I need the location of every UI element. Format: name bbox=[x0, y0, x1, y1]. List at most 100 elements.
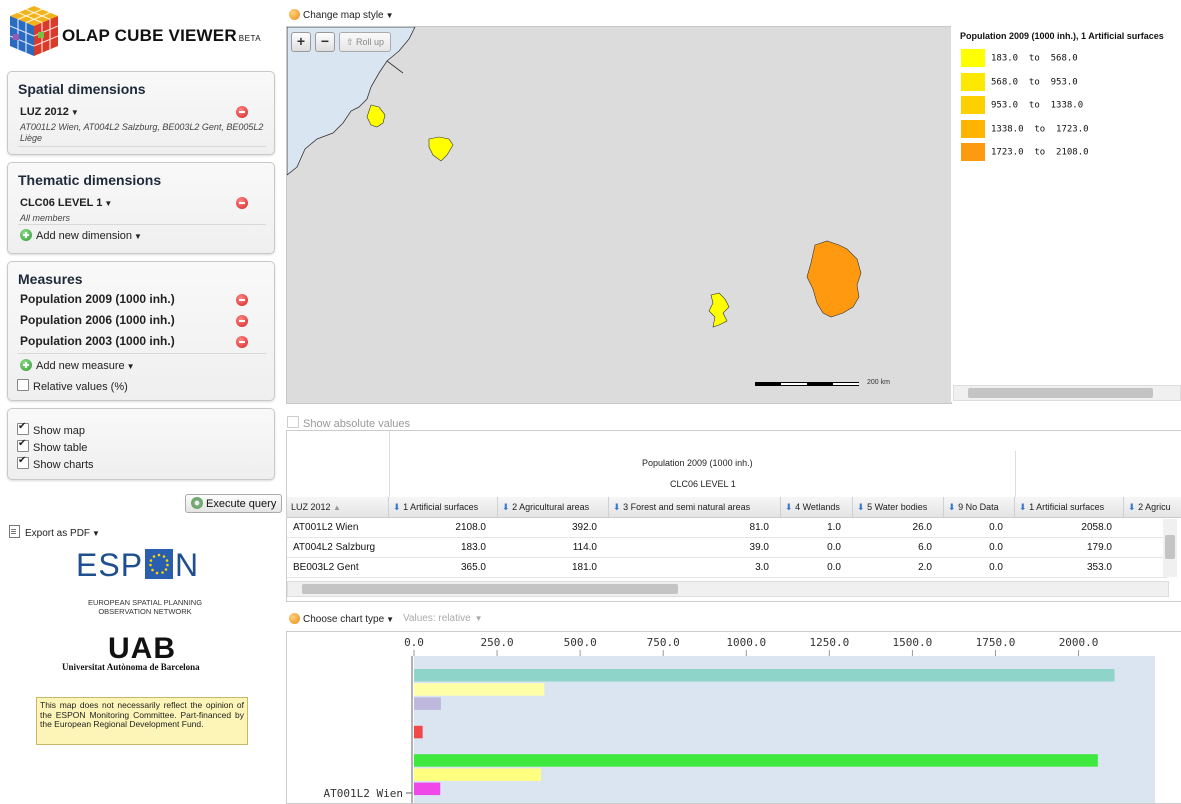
remove-measure-icon[interactable] bbox=[236, 315, 248, 327]
table-cell: 392.0 bbox=[571, 522, 597, 533]
cube-logo-icon bbox=[9, 6, 59, 56]
chart-bar[interactable] bbox=[414, 768, 541, 781]
table-row[interactable]: BE003L2 Gent 365.0 181.0 3.0 0.0 2.0 0.0 353.0 bbox=[287, 558, 1167, 578]
app-title: OLAP CUBE VIEWER BETA bbox=[62, 26, 262, 45]
table-cell: 353.0 bbox=[1086, 562, 1112, 573]
relative-values-checkbox[interactable]: Relative values (%) bbox=[17, 379, 128, 393]
chevron-down-icon: ▼ bbox=[126, 362, 135, 371]
left-panel: OLAP CUBE VIEWER BETA Spatial dimensions … bbox=[0, 0, 284, 802]
table-cell: 39.0 bbox=[749, 542, 769, 553]
roll-up-button[interactable]: ⇧ Roll up bbox=[339, 32, 392, 52]
scrollbar-thumb[interactable] bbox=[1165, 535, 1175, 559]
show-absolute-values-checkbox[interactable]: Show absolute values bbox=[287, 416, 410, 430]
row-header-luz[interactable]: LUZ 2012 ▲ bbox=[287, 497, 389, 517]
row-label: AT001L2 Wien bbox=[293, 522, 359, 533]
chart-bar[interactable] bbox=[414, 725, 423, 739]
chevron-down-icon: ▼ bbox=[134, 232, 142, 241]
minus-icon: − bbox=[320, 33, 330, 49]
table-cell: 183.0 bbox=[460, 542, 486, 553]
remove-measure-icon[interactable] bbox=[236, 336, 248, 348]
chart-bar[interactable] bbox=[414, 683, 545, 696]
table-row[interactable]: AT001L2 Wien 2108.0 392.0 81.0 1.0 26.0 0.0 205… bbox=[287, 518, 1167, 538]
x-tick-label: 750.0 bbox=[647, 636, 680, 649]
show-map-checkbox[interactable]: Show map bbox=[17, 421, 85, 437]
table-cell: 0.0 bbox=[989, 562, 1003, 573]
chart-bar[interactable] bbox=[414, 669, 1115, 682]
add-dimension-button[interactable]: Add new dimension ▼ bbox=[20, 229, 142, 242]
values-mode-select[interactable]: Values: relative ▼ bbox=[403, 613, 483, 624]
thematic-dimension-select[interactable]: CLC06 LEVEL 1 ▼ bbox=[20, 197, 112, 209]
remove-thematic-dimension-icon[interactable] bbox=[236, 197, 248, 209]
column-header[interactable]: ⬇ 4 Wetlands bbox=[781, 497, 853, 517]
zoom-in-button[interactable]: + bbox=[291, 32, 311, 52]
globe-icon bbox=[289, 9, 300, 20]
chart-bar[interactable] bbox=[414, 782, 441, 796]
legend-item: 568.0 to 953.0 bbox=[961, 72, 1078, 91]
zoom-out-button[interactable]: − bbox=[315, 32, 335, 52]
table-cell: 181.0 bbox=[571, 562, 597, 573]
table-cell: 114.0 bbox=[572, 542, 597, 553]
globe-icon bbox=[289, 613, 300, 624]
legend-label: 953.0 to 1338.0 bbox=[991, 100, 1084, 111]
column-header[interactable]: ⬇ 2 Agricultural areas bbox=[498, 497, 609, 517]
thematic-dimensions-title: Thematic dimensions bbox=[18, 172, 162, 188]
x-tick-label: 250.0 bbox=[481, 636, 514, 649]
map-view[interactable]: 200 km + − ⇧ Roll up bbox=[286, 26, 952, 404]
divider bbox=[389, 431, 390, 497]
column-header[interactable]: ⬇ 1 Artificial surfaces bbox=[389, 497, 498, 517]
scale-label: 200 km bbox=[867, 379, 890, 386]
table-cell: 0.0 bbox=[827, 562, 841, 573]
change-map-style-button[interactable]: Change map style ▼ bbox=[289, 9, 394, 21]
show-charts-checkbox[interactable]: Show charts bbox=[17, 455, 94, 471]
choose-chart-type-button[interactable]: Choose chart type ▼ bbox=[289, 613, 394, 625]
column-header[interactable]: ⬇ 2 Agricu bbox=[1124, 497, 1181, 517]
bar-chart: 0.0 250.0 500.0 750.0 1000.0 1250.0 1500.0 1750… bbox=[324, 636, 1155, 803]
table-vertical-scrollbar[interactable] bbox=[1163, 519, 1177, 577]
chart-bar[interactable] bbox=[414, 697, 441, 710]
execute-query-button[interactable]: Execute query bbox=[185, 494, 283, 513]
checkbox-icon bbox=[287, 416, 299, 428]
thematic-dimensions-panel: Thematic dimensions CLC06 LEVEL 1 ▼ All m… bbox=[7, 162, 275, 254]
table-header-row: LUZ 2012 ▲ ⬇ 1 Artificial surfaces ⬇ 2 A… bbox=[287, 497, 1181, 518]
remove-measure-icon[interactable] bbox=[236, 294, 248, 306]
legend-label: 183.0 to 568.0 bbox=[991, 53, 1078, 64]
table-row[interactable]: AT004L2 Salzburg 183.0 114.0 39.0 0.0 6.0 0.0 1… bbox=[287, 538, 1167, 558]
remove-spatial-dimension-icon[interactable] bbox=[236, 106, 248, 118]
export-pdf-button[interactable]: Export as PDF ▼ bbox=[9, 525, 100, 539]
chevron-down-icon: ▼ bbox=[474, 614, 483, 623]
column-header[interactable]: ⬇ 9 No Data bbox=[944, 497, 1015, 517]
scrollbar-thumb[interactable] bbox=[302, 584, 678, 594]
table-cell: 0.0 bbox=[989, 522, 1003, 533]
scrollbar-thumb[interactable] bbox=[968, 388, 1153, 398]
uab-logo: UAB bbox=[108, 632, 176, 665]
checkbox-icon bbox=[17, 379, 29, 391]
table-horizontal-scrollbar[interactable] bbox=[287, 581, 1169, 597]
legend-swatch bbox=[961, 96, 985, 114]
spatial-dimensions-title: Spatial dimensions bbox=[18, 81, 146, 97]
column-header[interactable]: ⬇ 1 Artificial surfaces bbox=[1015, 497, 1124, 517]
sort-desc-icon: ⬇ bbox=[613, 502, 621, 512]
spatial-members: AT001L2 Wien, AT004L2 Salzburg, BE003L2 … bbox=[20, 122, 264, 143]
legend-label: 1723.0 to 2108.0 bbox=[991, 147, 1089, 158]
column-header[interactable]: ⬇ 5 Water bodies bbox=[853, 497, 944, 517]
add-measure-button[interactable]: Add new measure ▼ bbox=[20, 359, 135, 372]
table-cell: 2108.0 bbox=[455, 522, 486, 533]
legend-scrollbar[interactable] bbox=[953, 385, 1181, 401]
measure-item: Population 2006 (1000 inh.) bbox=[20, 313, 175, 327]
chart-bar[interactable] bbox=[414, 754, 1098, 767]
sort-asc-icon: ▲ bbox=[333, 503, 341, 512]
legend-title: Population 2009 (1000 inh.), 1 Artificia… bbox=[960, 31, 1164, 41]
legend-label: 568.0 to 953.0 bbox=[991, 77, 1078, 87]
x-tick-label: 2000.0 bbox=[1059, 636, 1099, 649]
chevron-down-icon: ▼ bbox=[92, 529, 100, 538]
measure-item: Population 2003 (1000 inh.) bbox=[20, 334, 175, 348]
table-cell: 179.0 bbox=[1086, 542, 1112, 553]
table-cell: 26.0 bbox=[912, 522, 932, 533]
sort-desc-icon: ⬇ bbox=[393, 502, 401, 512]
row-label: BE003L2 Gent bbox=[293, 562, 359, 573]
legend-item: 183.0 to 568.0 bbox=[961, 49, 1078, 67]
spatial-dimension-select[interactable]: LUZ 2012 ▼ bbox=[20, 106, 79, 118]
column-header[interactable]: ⬇ 3 Forest and semi natural areas bbox=[609, 497, 781, 517]
spatial-dimensions-panel: Spatial dimensions LUZ 2012 ▼ AT001L2 Wie… bbox=[7, 71, 275, 155]
show-table-checkbox[interactable]: Show table bbox=[17, 438, 87, 454]
